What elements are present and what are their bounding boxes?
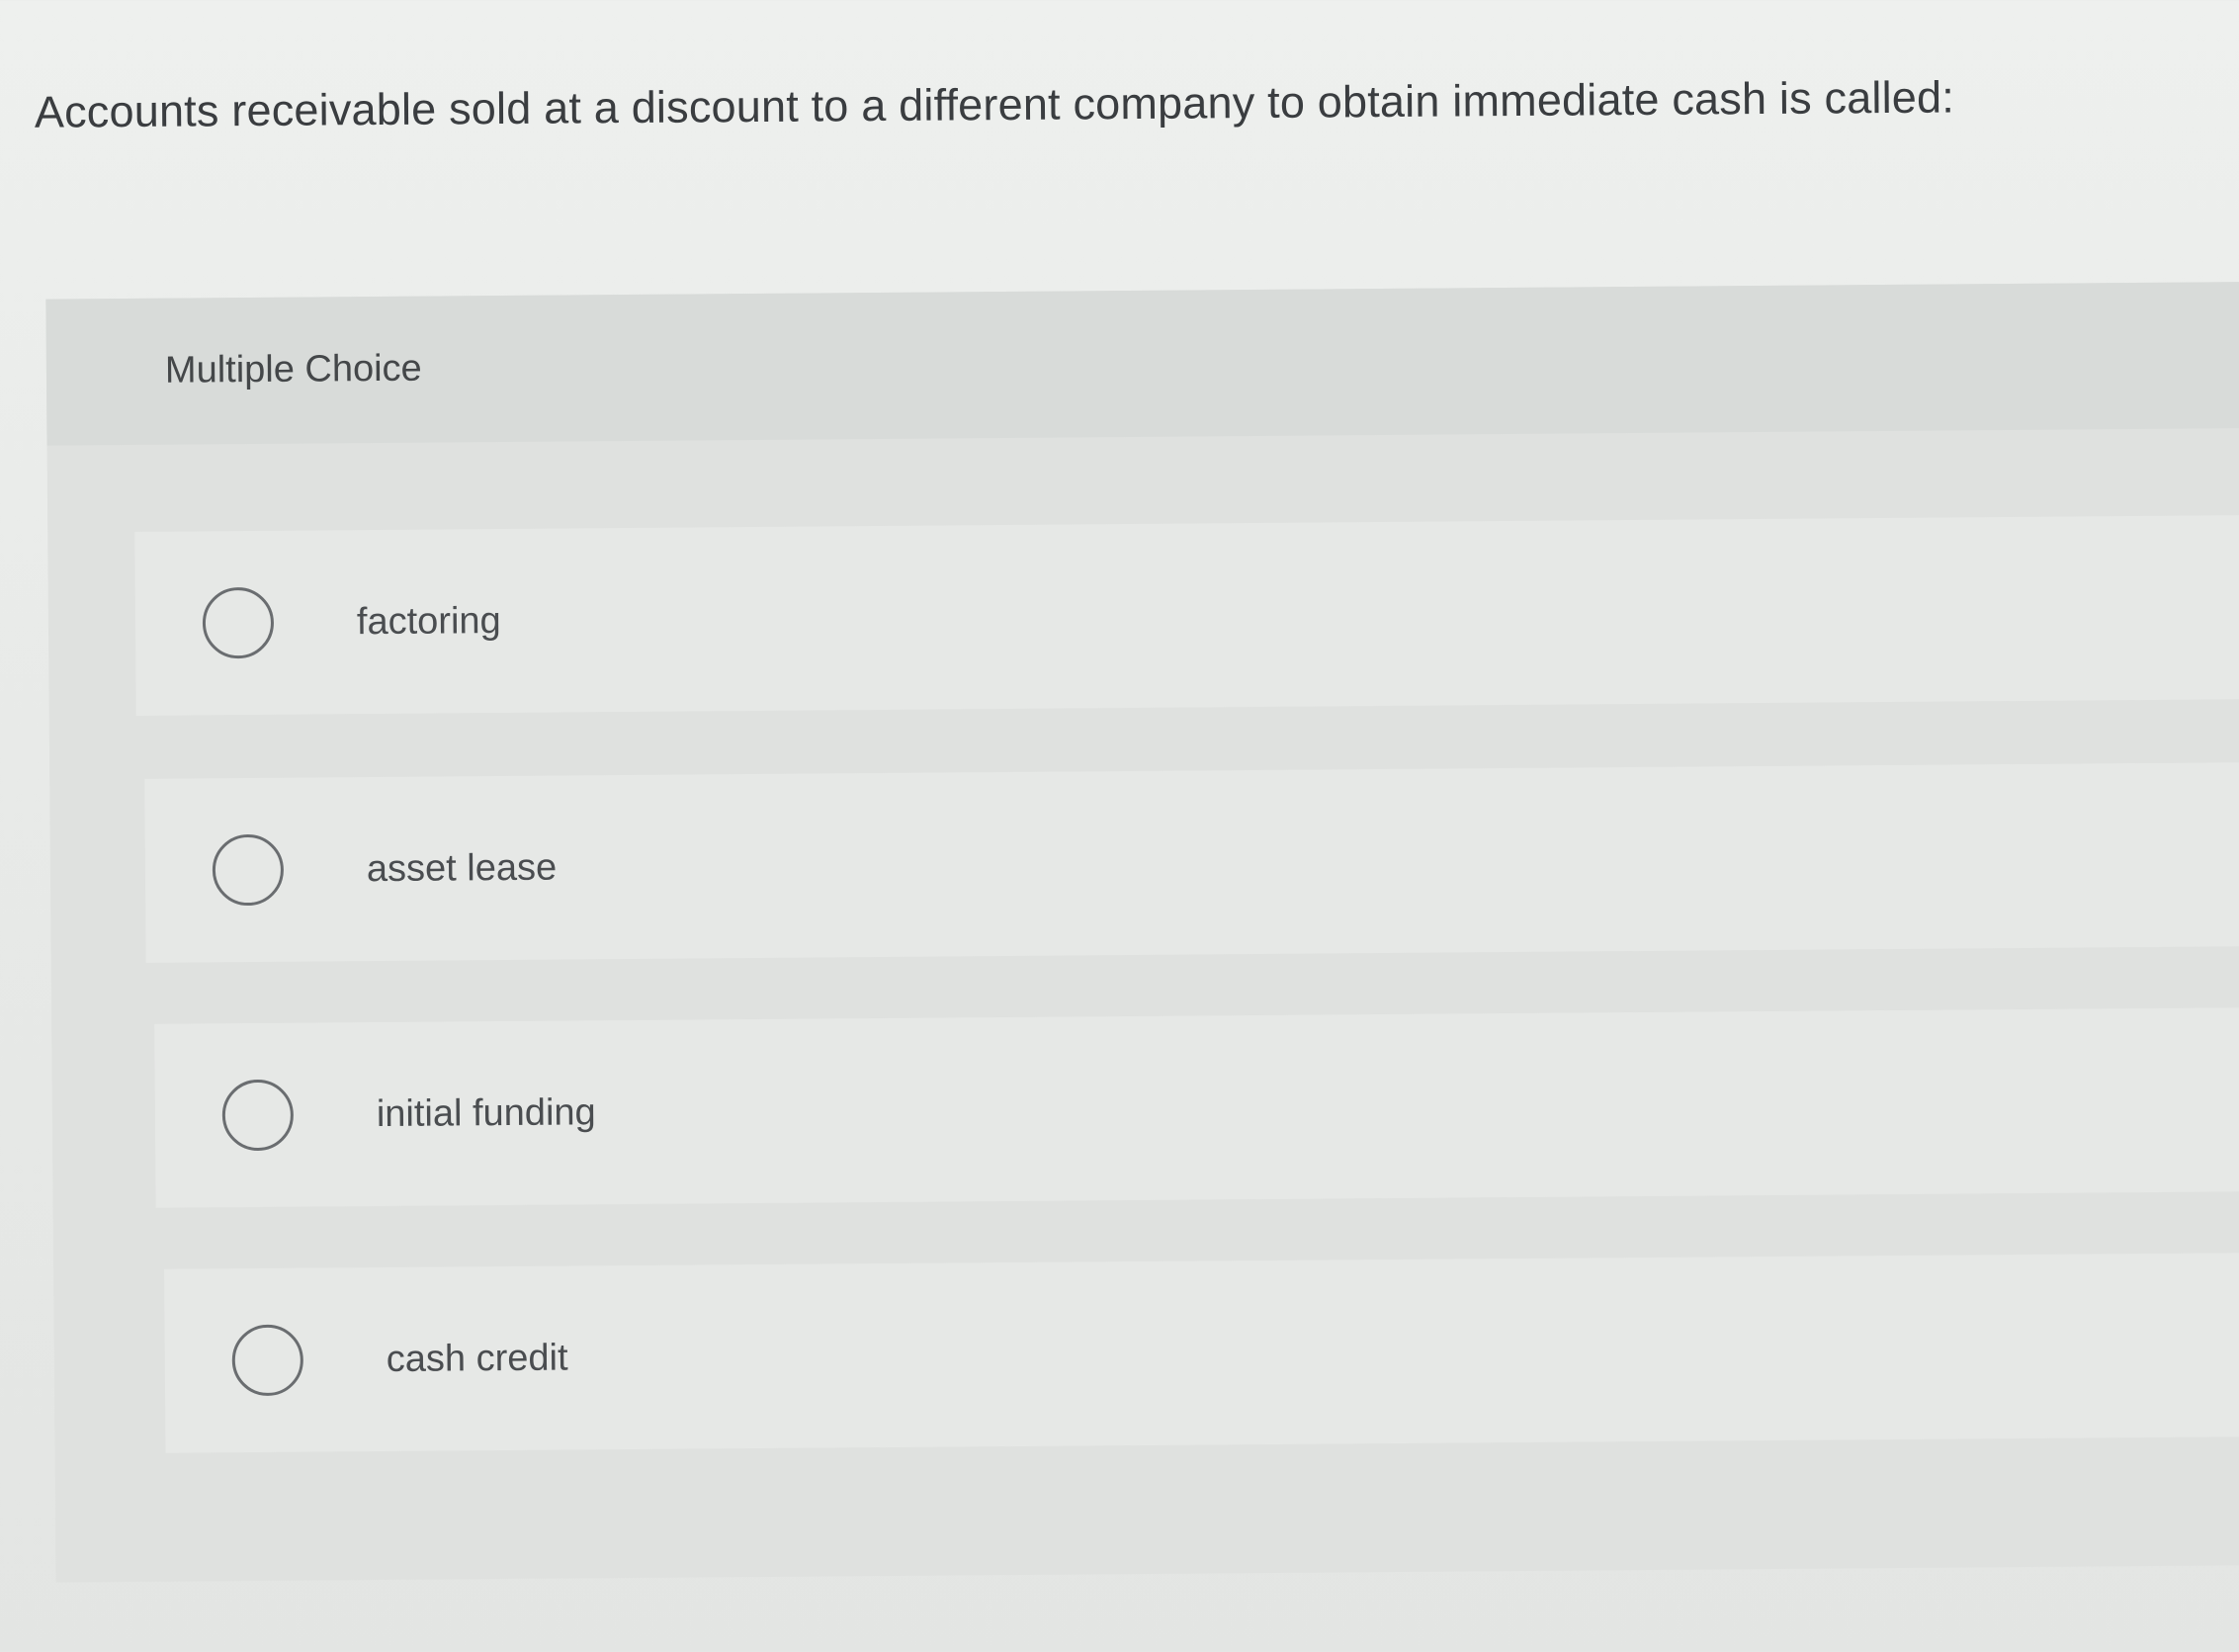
option-asset-lease[interactable]: asset lease xyxy=(144,761,2239,963)
radio-button[interactable] xyxy=(221,1079,295,1152)
option-label: factoring xyxy=(356,599,501,643)
option-label: asset lease xyxy=(366,846,558,890)
option-label: cash credit xyxy=(386,1337,568,1380)
option-label: initial funding xyxy=(376,1090,596,1135)
option-initial-funding[interactable]: initial funding xyxy=(154,1006,2239,1208)
multiple-choice-title: Multiple Choice xyxy=(164,347,422,391)
question-text: Accounts receivable sold at a discount t… xyxy=(34,71,1955,137)
radio-button[interactable] xyxy=(231,1324,304,1397)
quiz-page: Accounts receivable sold at a discount t… xyxy=(0,0,2239,1652)
multiple-choice-panel: Multiple Choice factoring asset lease in… xyxy=(45,281,2239,1583)
radio-button[interactable] xyxy=(212,833,285,907)
option-cash-credit[interactable]: cash credit xyxy=(164,1252,2239,1453)
multiple-choice-header: Multiple Choice xyxy=(45,281,2239,446)
radio-button[interactable] xyxy=(202,586,275,659)
option-factoring[interactable]: factoring xyxy=(134,514,2239,716)
